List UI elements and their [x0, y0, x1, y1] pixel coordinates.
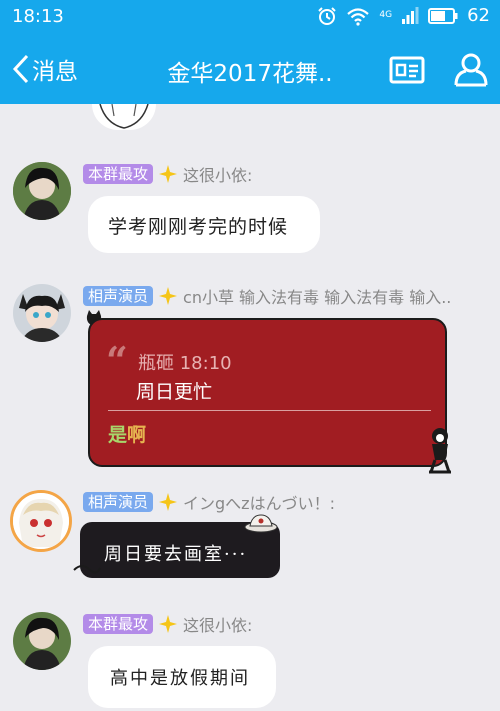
battery-icon [428, 7, 458, 24]
avatar[interactable] [13, 284, 71, 342]
message-bubble[interactable]: 学考刚刚考完的时候 [88, 196, 320, 253]
back-label: 消息 [32, 59, 78, 85]
sender-nickname: インgへzはんづい！: [183, 494, 335, 513]
chat-header: 消息 金华2017花舞.. [0, 34, 500, 104]
alarm-icon [318, 6, 337, 25]
avatar[interactable] [13, 162, 71, 220]
message-bubble[interactable]: 高中是放假期间 [88, 646, 276, 708]
quote-reply-bubble[interactable]: “ 瓶砸 18:10 周日更忙 是啊 [88, 318, 447, 467]
battery-level: 62 [467, 5, 490, 26]
quoted-text: 周日更忙 [136, 381, 213, 403]
sender-meta: 相声演员 cn小草 输入法有毒 输入法有毒 输入.. [83, 284, 451, 308]
member-title-badge: 本群最攻 [83, 614, 154, 634]
group-title[interactable]: 金华2017花舞.. [150, 54, 350, 88]
star-icon [159, 287, 178, 305]
status-bar: 18:13 4G 62 [0, 0, 500, 34]
quote-mark-icon: “ [106, 338, 128, 383]
network-type: 4G [379, 10, 393, 20]
star-icon [159, 493, 178, 511]
quoted-sender: 瓶砸 18:10 [138, 353, 232, 374]
message-text: 高中是放假期间 [110, 668, 250, 689]
avatar[interactable] [13, 612, 71, 670]
sender-meta: 本群最攻 这很小依: [83, 612, 252, 636]
back-button[interactable]: 消息 [12, 52, 78, 86]
message-text: 周日要去画室··· [104, 544, 248, 565]
message-text: 学考刚刚考完的时候 [108, 216, 289, 238]
avatar[interactable] [10, 490, 72, 552]
sender-meta: 本群最攻 这很小依: [83, 162, 252, 186]
signal-icon [402, 6, 419, 24]
girl-figure-decoration-icon [429, 428, 451, 474]
sender-nickname: cn小草 输入法有毒 输入法有毒 输入.. [183, 288, 452, 307]
chevron-left-icon [12, 54, 29, 84]
group-profile-button[interactable] [389, 56, 425, 88]
sender-nickname: 这很小依: [183, 166, 253, 185]
sender-nickname: 这很小依: [183, 616, 253, 635]
person-icon [454, 53, 488, 87]
star-icon [159, 615, 178, 633]
sender-meta: 相声演员 インgへzはんづい！: [83, 490, 335, 514]
member-title-badge: 相声演员 [83, 492, 154, 512]
status-icons: 4G 62 [317, 5, 490, 26]
hat-decoration-icon [244, 514, 278, 533]
group-members-button[interactable] [452, 51, 490, 91]
divider [108, 410, 431, 411]
wifi-icon [347, 7, 370, 26]
profile-card-icon [389, 56, 425, 84]
reply-text: 是啊 [108, 424, 147, 446]
star-icon [159, 165, 178, 183]
ribbon-decoration-icon [73, 565, 101, 574]
partial-sticker [92, 104, 156, 130]
member-title-badge: 本群最攻 [83, 164, 154, 184]
member-title-badge: 相声演员 [83, 286, 154, 306]
status-time: 18:13 [12, 6, 64, 27]
